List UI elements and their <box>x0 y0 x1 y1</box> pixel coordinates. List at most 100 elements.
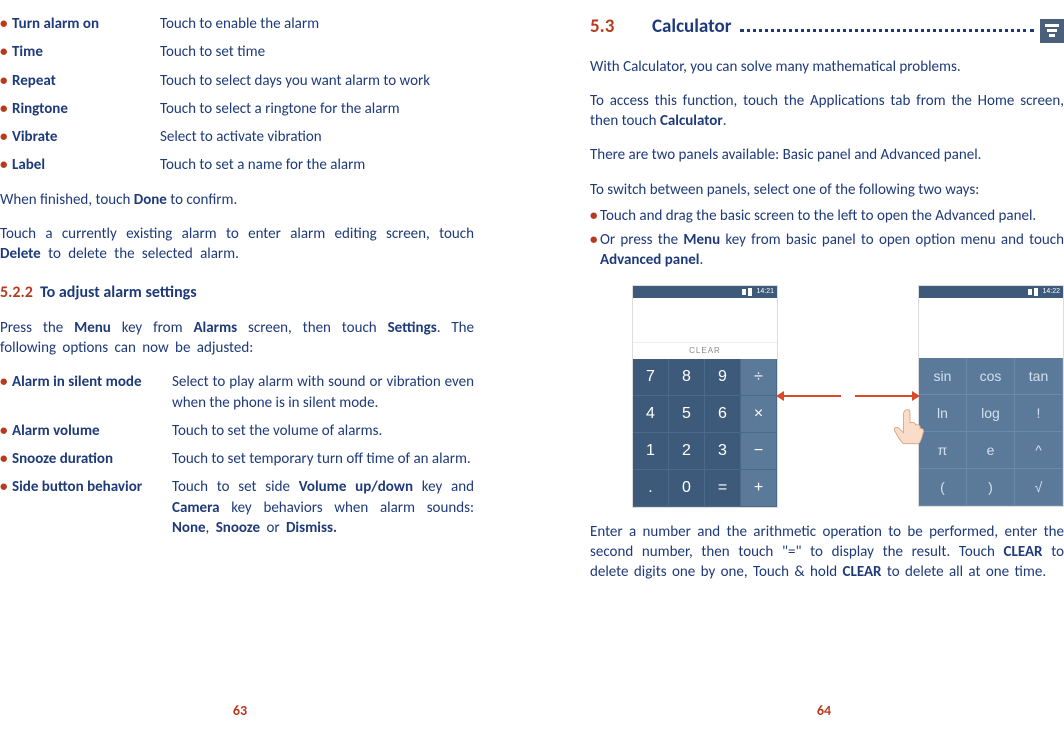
setting-term: Side button behavior <box>12 477 172 497</box>
figure-row: 14:21 CLEAR 789÷456×123−.0=+ 14:22 <box>632 285 1064 508</box>
section-title: Calculator <box>652 14 732 40</box>
adv-key: sin <box>919 358 967 395</box>
calc-display <box>919 298 1063 358</box>
txt-bold: Alarms <box>193 319 237 337</box>
section-num: 5.3 <box>590 14 652 40</box>
setting-desc: Touch to set side Volume up/down key and… <box>172 477 474 538</box>
adv-key: e <box>967 432 1015 469</box>
alarm-option-row: •TimeTouch to set time <box>0 42 474 62</box>
setting-term: Alarm in silent mode <box>12 372 172 392</box>
calc-key: . <box>633 470 669 507</box>
alarm-option-row: •Turn alarm onTouch to enable the alarm <box>0 14 474 34</box>
bullet-dot: • <box>0 421 12 441</box>
heading-num: 5.2.2 <box>0 283 33 302</box>
advanced-calculator-screenshot: 14:22 sincostanlnlog!πe^()√ <box>918 285 1064 507</box>
adv-key: ^ <box>1015 432 1063 469</box>
calc-key: 3 <box>705 433 741 470</box>
clock-time: 14:21 <box>756 287 774 296</box>
bullet-dot: • <box>0 155 12 175</box>
hand-icon <box>888 403 932 447</box>
status-bar: 14:22 <box>919 286 1063 298</box>
paragraph: To access this function, touch the Appli… <box>590 91 1064 132</box>
calc-key: + <box>741 470 777 507</box>
bullet-dot: • <box>0 14 12 34</box>
adv-key: √ <box>1015 469 1063 506</box>
bullet-dot: • <box>0 449 12 469</box>
alarm-option-row: •RingtoneTouch to select a ringtone for … <box>0 99 474 119</box>
section-heading-row: 5.3 Calculator <box>590 14 1064 43</box>
calc-key: = <box>705 470 741 507</box>
edit-line: Touch a currently existing alarm to ente… <box>0 224 474 265</box>
calc-key: ÷ <box>741 359 777 396</box>
calc-keypad: 789÷456×123−.0=+ <box>633 359 777 507</box>
txt: screen, then touch <box>237 319 387 337</box>
txt: key from <box>111 319 194 337</box>
txt-bold: Done <box>134 191 167 209</box>
bullet-dot: • <box>0 99 12 119</box>
list-text: Touch and drag the basic screen to the l… <box>600 206 1064 226</box>
calc-key: 1 <box>633 433 669 470</box>
calc-key: 2 <box>669 433 705 470</box>
basic-calculator-screenshot: 14:21 CLEAR 789÷456×123−.0=+ <box>632 285 778 508</box>
bullet-dot: • <box>0 42 12 62</box>
bullet-dot: • <box>0 477 12 497</box>
calc-key: 5 <box>669 396 705 433</box>
page-right: 5.3 Calculator With Calculator, you can … <box>532 14 1064 721</box>
swipe-arrows <box>778 395 918 397</box>
calc-key: 6 <box>705 396 741 433</box>
alarm-option-row: •VibrateSelect to activate vibration <box>0 127 474 147</box>
setting-row: •Alarm volumeTouch to set the volume of … <box>0 421 474 441</box>
bullet-dot: • <box>590 230 600 271</box>
arrow-right-icon <box>855 395 917 397</box>
clear-button-label: CLEAR <box>633 342 777 359</box>
adv-keypad: sincostanlnlog!πe^()√ <box>919 358 1063 506</box>
option-desc: Touch to enable the alarm <box>160 14 474 34</box>
list-text: Or press the Menu key from basic panel t… <box>600 230 1064 271</box>
option-term: Vibrate <box>12 127 160 147</box>
txt: to confirm. <box>167 191 237 209</box>
paragraph: There are two panels available: Basic pa… <box>590 145 1064 165</box>
txt: Touch a currently existing alarm to ente… <box>0 225 474 243</box>
option-term: Label <box>12 155 160 175</box>
option-desc: Touch to select a ringtone for the alarm <box>160 99 474 119</box>
setting-row: •Alarm in silent modeSelect to play alar… <box>0 372 474 413</box>
adv-key: ( <box>919 469 967 506</box>
option-desc: Select to activate vibration <box>160 127 474 147</box>
option-term: Time <box>12 42 160 62</box>
alarm-option-row: •RepeatTouch to select days you want ala… <box>0 71 474 91</box>
calc-key: 7 <box>633 359 669 396</box>
alarm-option-row: •LabelTouch to set a name for the alarm <box>0 155 474 175</box>
adv-key: cos <box>967 358 1015 395</box>
status-bar: 14:21 <box>633 286 777 298</box>
finished-line: When finished, touch Done to confirm. <box>0 190 474 210</box>
bullet-dot: • <box>0 71 12 91</box>
option-term: Ringtone <box>12 99 160 119</box>
settings-intro: Press the Menu key from Alarms screen, t… <box>0 318 474 359</box>
subsection-heading: 5.2.2 To adjust alarm settings <box>0 282 474 304</box>
list-item: • Or press the Menu key from basic panel… <box>590 230 1064 271</box>
list-item: • Touch and drag the basic screen to the… <box>590 206 1064 226</box>
bullet-dot: • <box>0 372 12 392</box>
setting-desc: Touch to set the volume of alarms. <box>172 421 474 441</box>
page-number: 64 <box>558 702 1064 721</box>
page-number: 63 <box>0 702 506 721</box>
setting-term: Alarm volume <box>12 421 172 441</box>
adv-key: log <box>967 395 1015 432</box>
arrow-left-icon <box>779 395 841 397</box>
paragraph: Enter a number and the arithmetic operat… <box>590 522 1064 583</box>
setting-term: Snooze duration <box>12 449 172 469</box>
option-desc: Touch to set a name for the alarm <box>160 155 474 175</box>
calc-key: 0 <box>669 470 705 507</box>
setting-desc: Touch to set temporary turn off time of … <box>172 449 474 469</box>
txt-bold: Delete <box>0 245 41 263</box>
adv-key: ! <box>1015 395 1063 432</box>
txt-bold: Settings <box>388 319 437 337</box>
calculator-icon <box>1040 19 1064 43</box>
calc-display <box>633 298 777 342</box>
option-term: Repeat <box>12 71 160 91</box>
page-left: •Turn alarm onTouch to enable the alarm•… <box>0 14 532 721</box>
clock-time: 14:22 <box>1042 287 1060 296</box>
setting-row-side: • Side button behavior Touch to set side… <box>0 477 474 538</box>
txt: to delete the selected alarm. <box>41 245 239 263</box>
txt: Press the <box>0 319 74 337</box>
